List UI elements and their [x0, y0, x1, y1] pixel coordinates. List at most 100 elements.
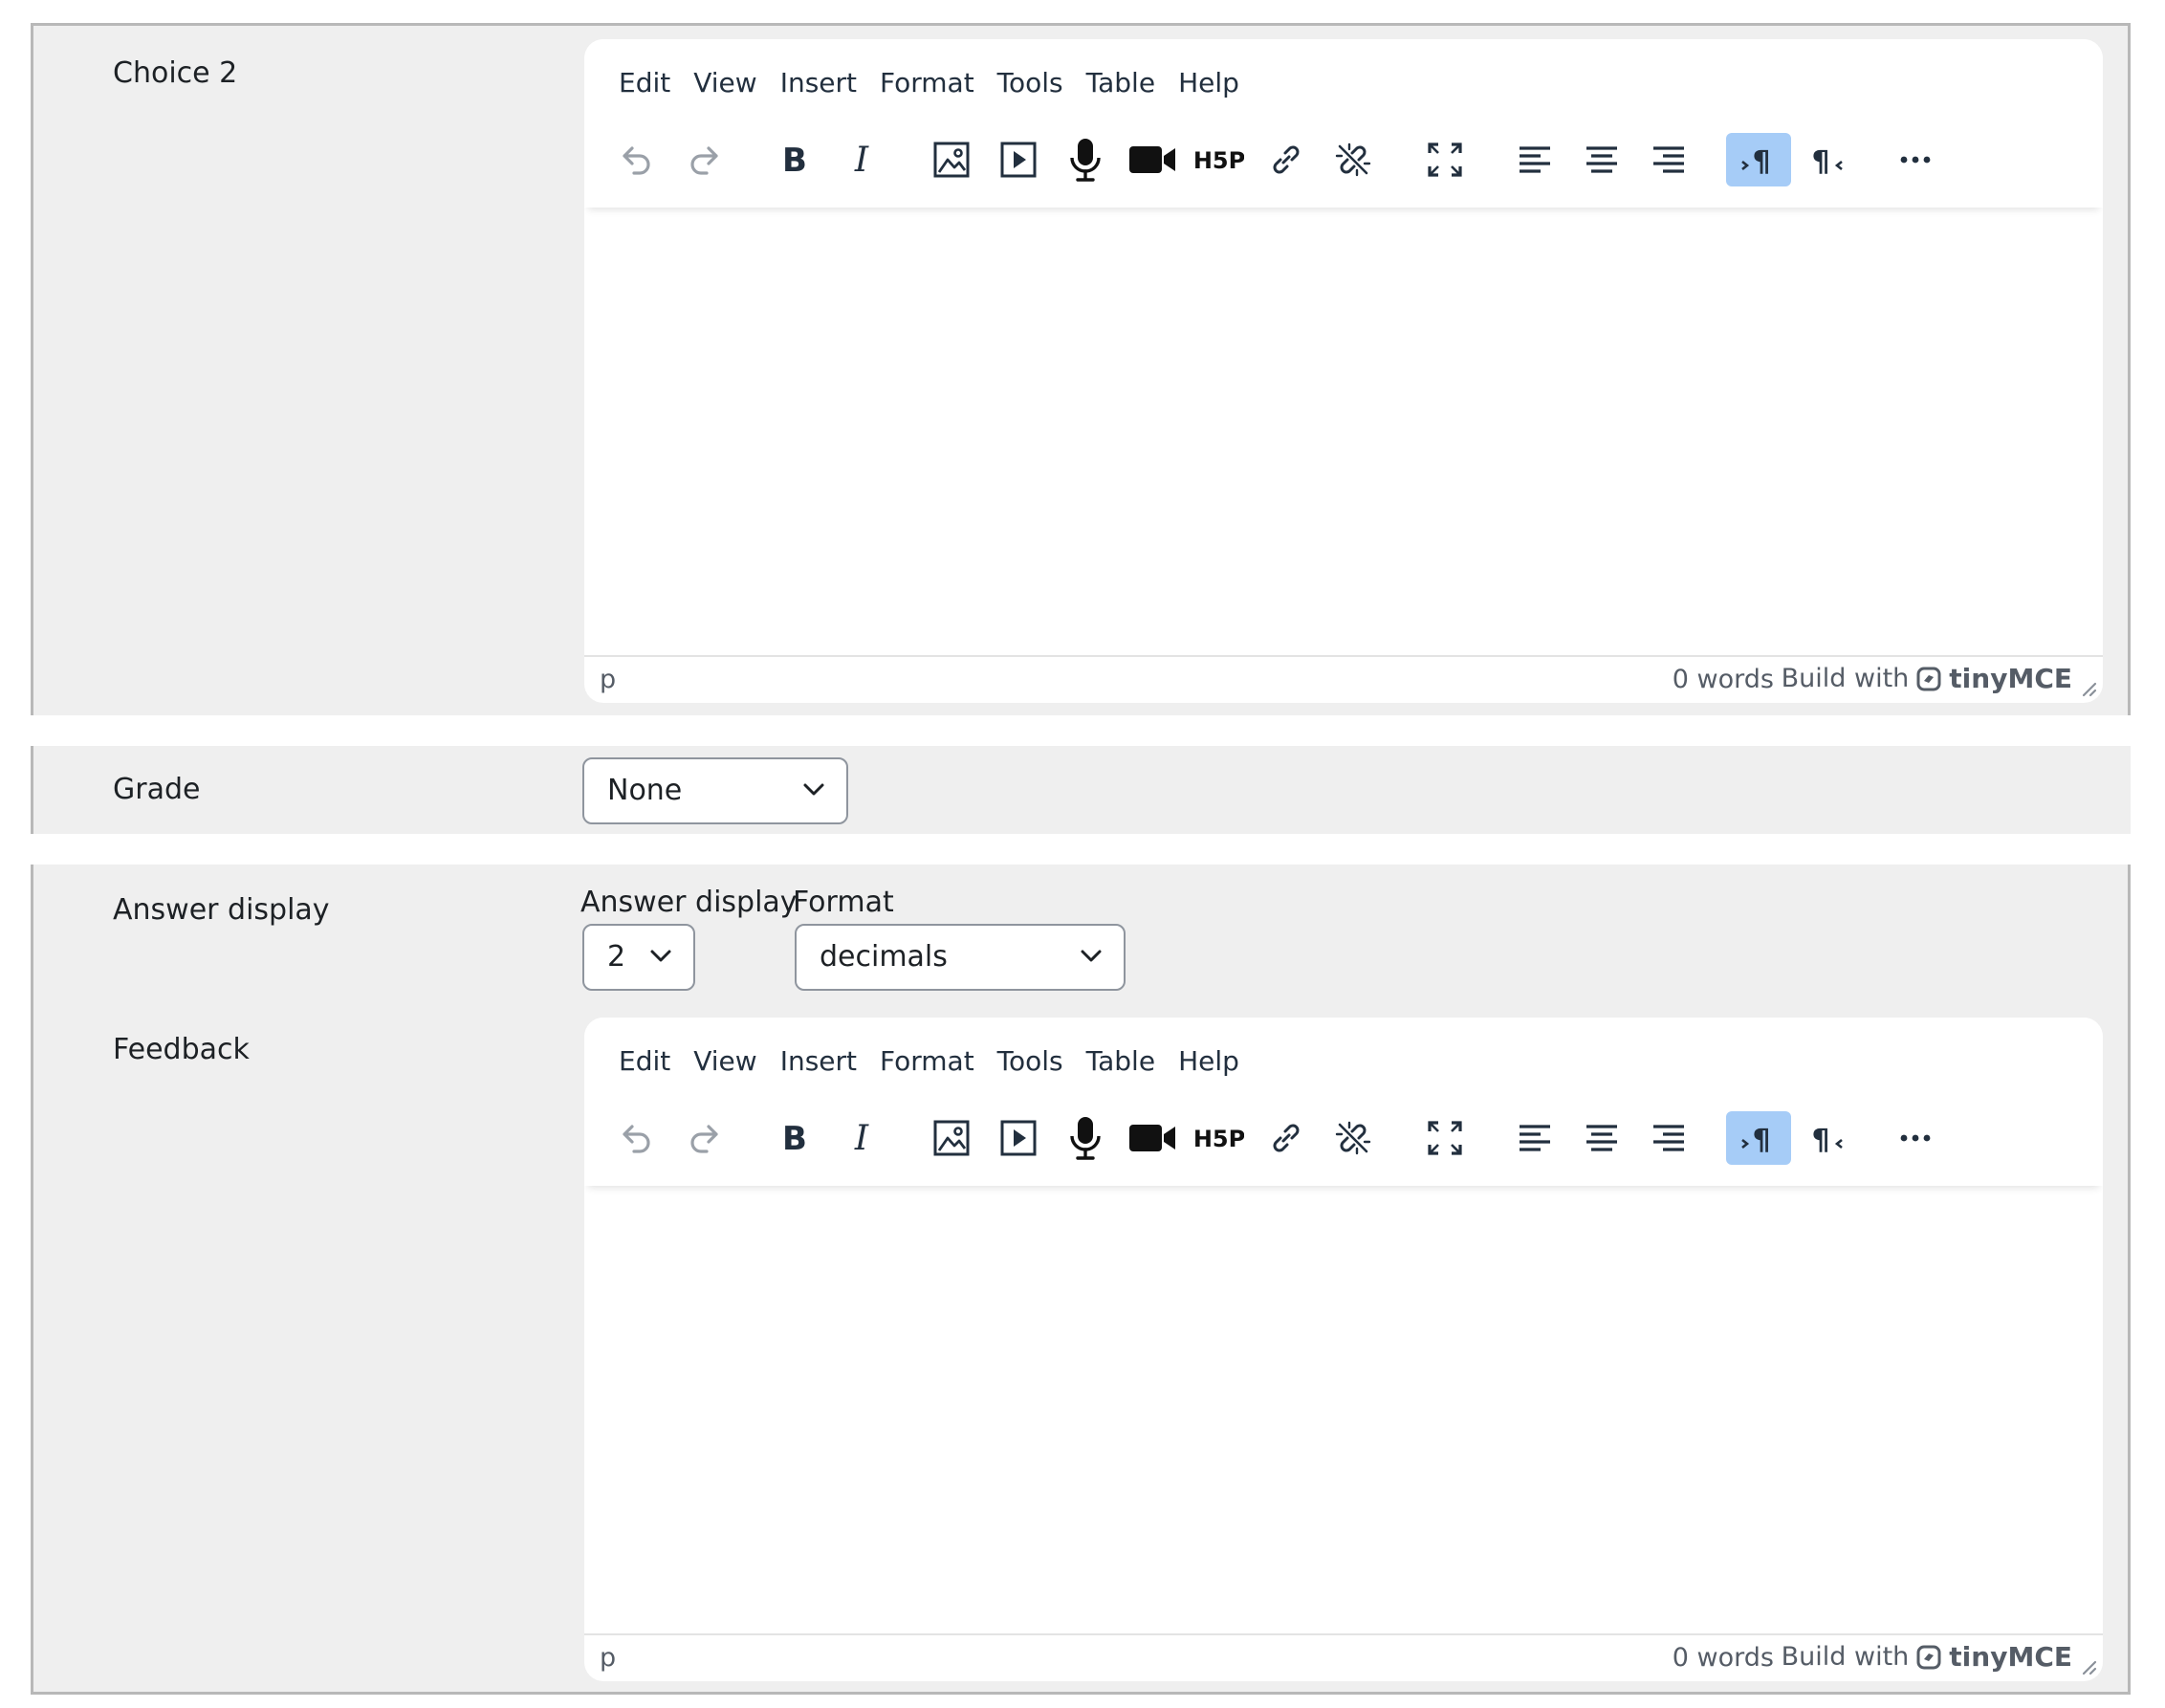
bold-icon: B: [782, 1120, 807, 1157]
element-path[interactable]: p: [600, 1643, 616, 1673]
fullscreen-button[interactable]: [1412, 133, 1477, 186]
align-left-icon: [1520, 146, 1550, 173]
align-left-button[interactable]: [1502, 1111, 1567, 1165]
bold-button[interactable]: B: [762, 133, 827, 186]
align-center-icon: [1586, 146, 1617, 173]
unlink-button[interactable]: [1321, 1111, 1386, 1165]
editor-statusbar: p 0 words Build with tinyMCE: [584, 655, 2103, 703]
fullscreen-icon: [1428, 1121, 1462, 1155]
record-video-button[interactable]: [1120, 1111, 1185, 1165]
answer-format-select[interactable]: decimals: [795, 924, 1126, 991]
image-button[interactable]: [919, 1111, 984, 1165]
align-right-icon: [1653, 146, 1684, 173]
undo-button[interactable]: [603, 133, 668, 186]
align-right-button[interactable]: [1636, 133, 1701, 186]
video-camera-icon: [1129, 146, 1175, 173]
unlink-button[interactable]: [1321, 133, 1386, 186]
link-button[interactable]: [1254, 133, 1319, 186]
svg-text:¶: ¶: [1811, 1124, 1829, 1157]
undo-button[interactable]: [603, 1111, 668, 1165]
ltr-button[interactable]: ¶: [1726, 1111, 1791, 1165]
editor-toolbar: B I H5P ¶ ¶: [584, 39, 2103, 208]
svg-text:I: I: [854, 141, 869, 179]
tinymce-branding[interactable]: Build with tinyMCE: [1782, 1641, 2072, 1673]
ltr-button[interactable]: ¶: [1726, 133, 1791, 186]
microphone-icon: [1070, 139, 1101, 182]
fullscreen-button[interactable]: [1412, 1111, 1477, 1165]
tinymce-branding[interactable]: Build with tinyMCE: [1782, 663, 2072, 694]
align-left-icon: [1520, 1125, 1550, 1151]
h5p-button[interactable]: H5P: [1187, 133, 1252, 186]
word-count[interactable]: 0 words: [1673, 1643, 1774, 1673]
ltr-icon: ¶: [1741, 145, 1771, 179]
brand-prefix: Build with: [1781, 1642, 1910, 1672]
chevron-down-icon: [1081, 950, 1102, 962]
more-button[interactable]: [1883, 1111, 1948, 1165]
grade-select[interactable]: None: [582, 757, 848, 824]
fullscreen-icon: [1428, 142, 1462, 177]
svg-text:¶: ¶: [1752, 145, 1770, 179]
svg-text:H5P: H5P: [1194, 147, 1244, 174]
answer-digits-value: 2: [607, 940, 626, 974]
element-path[interactable]: p: [600, 665, 616, 694]
choice-2-label: Choice 2: [113, 56, 238, 90]
editor-statusbar: p 0 words Build with tinyMCE: [584, 1633, 2103, 1681]
editor-header: Edit View Insert Format Tools Table Help: [584, 39, 2103, 208]
svg-text:¶: ¶: [1752, 1124, 1770, 1157]
redo-icon: [690, 1125, 718, 1153]
ltr-icon: ¶: [1741, 1124, 1771, 1157]
media-button[interactable]: [986, 1111, 1051, 1165]
feedback-editor: Edit View Insert Format Tools Table Help: [584, 1018, 2103, 1681]
editor-content-area[interactable]: [584, 208, 2103, 651]
h5p-button[interactable]: H5P: [1187, 1111, 1252, 1165]
editor-content-area[interactable]: [584, 1186, 2103, 1630]
align-center-button[interactable]: [1569, 133, 1634, 186]
choice-2-row: Choice 2 Edit View Insert Format Tools T…: [31, 23, 2131, 715]
record-audio-button[interactable]: [1053, 133, 1118, 186]
image-button[interactable]: [919, 133, 984, 186]
tinymce-logo-icon: [1916, 667, 1941, 690]
undo-icon: [623, 1125, 650, 1153]
unlink-icon: [1335, 1121, 1371, 1155]
svg-text:B: B: [782, 142, 807, 179]
redo-icon: [690, 146, 718, 175]
italic-button[interactable]: I: [829, 1111, 894, 1165]
italic-button[interactable]: I: [829, 133, 894, 186]
more-icon: [1900, 1134, 1931, 1142]
resize-handle-icon[interactable]: [2078, 1656, 2097, 1675]
italic-icon: I: [854, 1119, 869, 1157]
h5p-icon: H5P: [1194, 1126, 1244, 1152]
align-right-button[interactable]: [1636, 1111, 1701, 1165]
grade-row: Grade None: [31, 746, 2131, 834]
media-icon: [1000, 142, 1037, 178]
align-right-icon: [1653, 1125, 1684, 1151]
align-center-button[interactable]: [1569, 1111, 1634, 1165]
record-audio-button[interactable]: [1053, 1111, 1118, 1165]
tinymce-logo-icon: [1916, 1645, 1941, 1669]
more-button[interactable]: [1883, 133, 1948, 186]
rtl-button[interactable]: ¶: [1793, 1111, 1858, 1165]
answer-format-value: decimals: [820, 940, 948, 974]
link-icon: [1273, 145, 1300, 174]
microphone-icon: [1070, 1117, 1101, 1160]
svg-text:I: I: [854, 1119, 869, 1157]
redo-button[interactable]: [672, 1111, 737, 1165]
resize-handle-icon[interactable]: [2078, 678, 2097, 697]
align-center-icon: [1586, 1125, 1617, 1151]
h5p-icon: H5P: [1194, 147, 1244, 174]
redo-button[interactable]: [672, 133, 737, 186]
choice-2-editor: Edit View Insert Format Tools Table Help: [584, 39, 2103, 703]
media-button[interactable]: [986, 133, 1051, 186]
grade-label: Grade: [113, 773, 201, 806]
rtl-button[interactable]: ¶: [1793, 133, 1858, 186]
feedback-label: Feedback: [113, 1033, 250, 1066]
align-left-button[interactable]: [1502, 133, 1567, 186]
bold-icon: B: [782, 142, 807, 179]
format-sublabel: Format: [793, 886, 894, 919]
bold-button[interactable]: B: [762, 1111, 827, 1165]
undo-icon: [623, 146, 650, 175]
record-video-button[interactable]: [1120, 133, 1185, 186]
link-button[interactable]: [1254, 1111, 1319, 1165]
answer-digits-select[interactable]: 2: [582, 924, 695, 991]
word-count[interactable]: 0 words: [1673, 665, 1774, 694]
